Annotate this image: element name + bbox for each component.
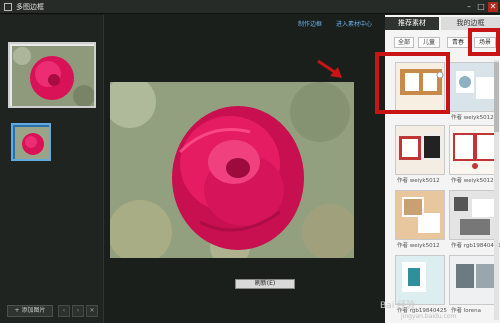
add-photo-button[interactable]: + 添加图片 [7,305,53,317]
frame-preview-8 [450,256,498,304]
highlight-box-scene [468,28,500,56]
filter-children[interactable]: 儿童 [418,37,440,48]
card-author-6: 作者 rgb19840425 [451,243,500,249]
move-down-button[interactable]: › [72,305,84,317]
filter-youth[interactable]: 青春 [447,37,469,48]
frame-preview-4 [450,126,498,174]
tab-recommended[interactable]: 推荐素材 [385,17,439,30]
title-bar: 多图边框 – □ ✕ [0,0,500,14]
rose-photo-thumbnail [12,46,94,106]
filter-all[interactable]: 全部 [394,37,414,48]
red-arrow-icon [317,59,342,78]
highlight-box-frame [375,52,450,114]
watermark-brand: Bai 经验 [380,301,416,311]
rose-photo-thumbnail-small [15,127,49,159]
frame-preview-6 [450,191,498,239]
card-author-5: 作者 weiyk5012 [397,243,440,249]
photo-thumbnail-1[interactable] [8,42,96,108]
minimize-button[interactable]: – [464,2,474,12]
material-center-link[interactable]: 进入素材中心 [336,19,372,28]
frame-card-6[interactable] [449,190,499,240]
frame-preview-5 [396,191,444,239]
frame-preview-2 [450,63,498,111]
refresh-button[interactable]: 刷新(E) [235,279,295,289]
card-author-2: 作者 weiyk5012 [451,115,494,121]
frame-card-8[interactable] [449,255,499,305]
card-author-4: 作者 weiyk5012 [451,178,494,184]
frame-card-5[interactable] [395,190,445,240]
frame-preview-3 [396,126,444,174]
frame-card-3[interactable] [395,125,445,175]
window-title: 多图边框 [16,3,44,11]
card-author-3: 作者 weiyk5012 [397,178,440,184]
watermark-url: jingyan.baidu.com [401,313,457,320]
preview-canvas[interactable] [110,82,354,258]
frame-card-4[interactable] [449,125,499,175]
move-up-button[interactable]: ‹ [58,305,70,317]
material-scrollbar[interactable] [494,60,499,320]
app-icon [4,3,12,11]
frame-card-2[interactable] [449,62,499,112]
maximize-button[interactable]: □ [476,2,486,12]
close-button[interactable]: ✕ [488,2,498,12]
make-frame-link[interactable]: 制作边框 [298,19,322,28]
rose-photo [110,82,354,258]
scrollbar-thumb[interactable] [494,62,499,132]
delete-photo-button[interactable]: ✕ [86,305,98,317]
photo-list-panel: + 添加图片 ‹ › ✕ [0,15,104,323]
photo-thumbnail-2[interactable] [11,123,51,161]
